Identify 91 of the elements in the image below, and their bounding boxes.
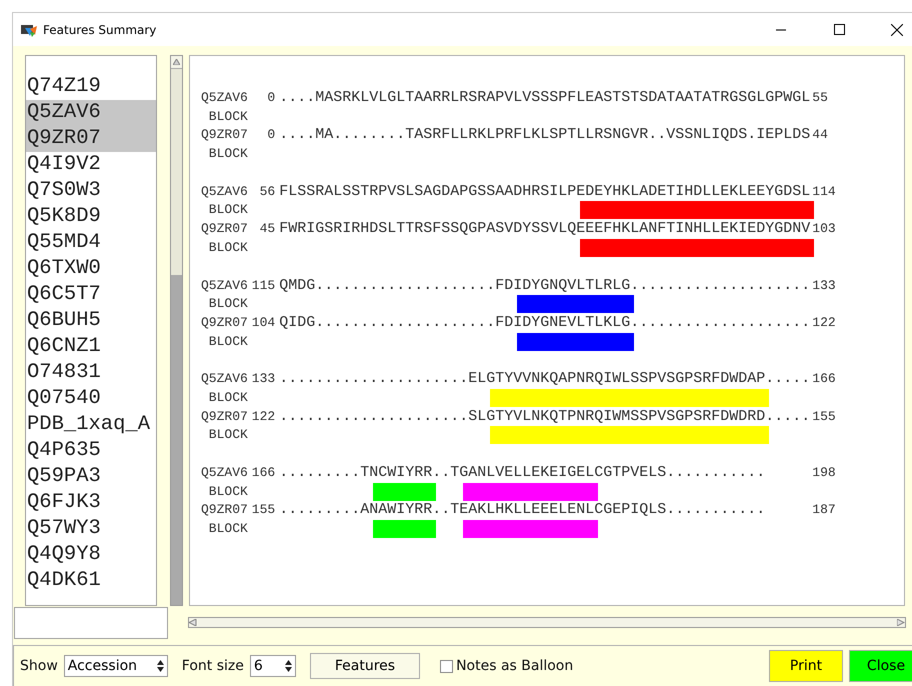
accession-item[interactable]: Q4I9V2 [26, 152, 156, 178]
feature-label: BLOCK [208, 201, 249, 220]
feature-label: BLOCK [208, 295, 249, 314]
accession-item[interactable]: Q57WY3 [26, 516, 156, 542]
feature-label: BLOCK [208, 332, 249, 351]
feature-label: BLOCK [208, 426, 249, 444]
accession-item[interactable]: Q6BUH5 [26, 308, 156, 334]
sequence-name: Q9ZR07 [201, 126, 248, 144]
feature-label: BLOCK [208, 145, 249, 164]
sequence-text: FWRIGSRIRHDSLTTRSFSSQGPASVDYSSVLQEEEFHKLANFTINHLLEKIEDYGDNV [279, 220, 810, 239]
start-position: 166 [252, 464, 276, 482]
end-position: 166 [812, 370, 836, 388]
sequence-name: Q5ZAV6 [201, 276, 248, 294]
accession-item[interactable]: Q74Z19 [26, 74, 156, 100]
sequence-text: .....................ELGTYVVNKQAPNRQIWLSSPVSGPSRFDWDAP..... [279, 370, 810, 389]
end-position: 133 [812, 276, 836, 294]
feature-label: BLOCK [208, 238, 249, 257]
left-arrow-icon[interactable] [189, 619, 197, 626]
end-position: 103 [812, 220, 836, 238]
window-title: Features Summary [43, 22, 158, 36]
end-position: 44 [812, 126, 828, 144]
spinner-arrows-icon[interactable] [156, 659, 165, 674]
accession-item[interactable]: Q9ZR07 [26, 126, 156, 152]
feature-label: BLOCK [208, 108, 249, 126]
sequence-name: Q9ZR07 [201, 408, 248, 426]
close-icon [891, 24, 903, 36]
filter-field[interactable] [14, 607, 168, 640]
font-size-label: Font size [182, 658, 244, 674]
sequence-text: FLSSRALSSTRPVSLSAGDAPGSSAADHRSILPEDEYHKLADETIHDLLEKLEEYGDSL [279, 182, 810, 202]
feature-label: BLOCK [208, 388, 249, 407]
vertical-scrollbar[interactable] [170, 55, 183, 606]
end-position: 155 [812, 408, 836, 426]
start-position: 133 [252, 370, 276, 388]
accession-item[interactable]: Q7S0W3 [26, 178, 156, 204]
accession-item[interactable]: Q59PA3 [26, 464, 156, 490]
maximize-icon [834, 24, 844, 35]
end-position: 55 [812, 89, 828, 107]
start-position: 0 [266, 89, 276, 107]
feature-label: BLOCK [208, 482, 249, 501]
start-position: 0 [266, 126, 276, 144]
accession-item[interactable]: Q6FJK3 [26, 490, 156, 516]
accession-item[interactable]: Q6CNZ1 [26, 334, 156, 360]
sequence-name: Q5ZAV6 [201, 370, 248, 388]
accession-item[interactable]: Q5ZAV6 [26, 100, 156, 126]
spinner-arrows-icon[interactable] [284, 659, 293, 674]
start-position: 56 [258, 182, 276, 201]
accession-item[interactable]: Q6C5T7 [26, 282, 156, 308]
end-position: 198 [812, 464, 836, 482]
sequence-text: ....MA........TASRFLLRKLPRFLKLSPTLLRSNGVR..VSSNLIQDS.IEPLDS [279, 126, 810, 146]
accession-item[interactable]: Q4P635 [26, 438, 156, 464]
accession-item[interactable]: Q5K8D9 [26, 204, 156, 230]
sequence-text: QIDG....................FDIDYGNEVLTLKLG.................... [279, 314, 810, 333]
right-arrow-icon[interactable] [897, 619, 905, 626]
start-position: 122 [252, 408, 276, 426]
app-icon [21, 22, 37, 36]
accession-item[interactable]: Q4Q9Y8 [26, 542, 156, 568]
close-dialog-button[interactable]: Close [849, 650, 912, 682]
accession-item[interactable]: Q4DK61 [26, 568, 156, 594]
start-position: 115 [252, 276, 276, 294]
accession-item[interactable]: Q07540 [26, 386, 156, 412]
notes-checkbox[interactable] [440, 660, 454, 673]
horizontal-scrollbar[interactable] [188, 617, 906, 628]
sequence-text: ....MASRKLVLGLTAARRLRSRAPVLVSSSPFLEASTSTSDATAATATRGSGLGPWGL [279, 89, 810, 108]
sequence-name: Q5ZAV6 [201, 182, 248, 201]
feature-label: BLOCK [208, 520, 249, 538]
sequence-name: Q5ZAV6 [201, 464, 248, 482]
sequence-text: QMDG....................FDIDYGNQVLTLRLG.................... [279, 276, 810, 296]
sequence-text: .........ANAWIYRR..TEAKLHKLLEEELENLCGEPIQLS........... [279, 501, 766, 520]
start-position: 104 [252, 314, 276, 332]
start-position: 155 [252, 501, 276, 520]
start-position: 45 [258, 220, 276, 238]
print-button[interactable]: Print [769, 650, 843, 682]
accession-item[interactable]: Q55MD4 [26, 230, 156, 256]
show-spinner[interactable]: Accession [64, 655, 168, 678]
sequence-name: Q9ZR07 [201, 220, 248, 238]
end-position: 122 [812, 314, 836, 332]
sequence-name: Q5ZAV6 [201, 89, 248, 107]
accession-item[interactable]: Q6TXW0 [26, 256, 156, 282]
up-arrow-icon[interactable] [173, 59, 180, 65]
sequence-name: Q9ZR07 [201, 314, 248, 332]
end-position: 187 [812, 501, 836, 520]
show-label: Show [20, 658, 58, 674]
notes-checkbox-label: Notes as Balloon [456, 658, 574, 674]
accession-item[interactable]: O74831 [26, 360, 156, 386]
sequence-text: .....................SLGTYVLNKQTPNRQIWMSSPVSGPSRFDWDRD..... [279, 408, 810, 426]
end-position: 114 [812, 182, 836, 201]
sequence-name: Q9ZR07 [201, 501, 248, 520]
font-size-spinner[interactable]: 6 [250, 655, 296, 678]
sequence-text: .........TNCWIYRR..TGANLVELLEKEIGELCGTPVELS........... [279, 464, 766, 483]
accession-item[interactable]: PDB_1xaq_A [26, 412, 156, 438]
features-button[interactable]: Features [310, 653, 420, 680]
